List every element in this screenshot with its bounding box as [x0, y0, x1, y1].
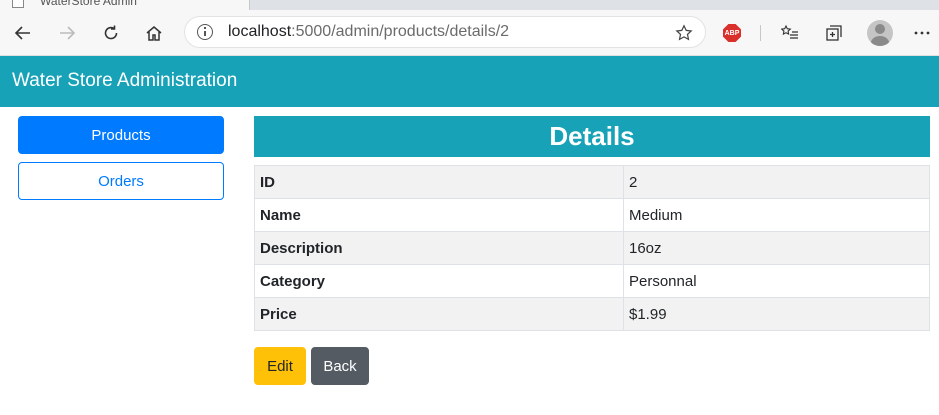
products-button[interactable]: Products: [18, 116, 224, 154]
table-row: Price $1.99: [254, 297, 930, 331]
row-value: 16oz: [623, 231, 930, 265]
more-menu-icon[interactable]: [907, 18, 937, 48]
navbar-brand[interactable]: Water Store Administration: [12, 70, 237, 92]
back-button[interactable]: Back: [311, 347, 369, 385]
row-value: 2: [623, 165, 930, 199]
home-icon[interactable]: [139, 18, 169, 48]
table-row: Category Personnal: [254, 264, 930, 298]
refresh-icon[interactable]: [96, 18, 126, 48]
profile-avatar-icon[interactable]: [867, 20, 893, 46]
row-label: Category: [254, 264, 624, 298]
table-row: Name Medium: [254, 198, 930, 232]
table-row: ID 2: [254, 165, 930, 199]
url-path: :5000/admin/products/details/2: [291, 23, 510, 40]
orders-button[interactable]: Orders: [18, 162, 224, 200]
back-arrow-icon[interactable]: [8, 18, 38, 48]
url-host: localhost: [228, 23, 292, 40]
browser-toolbar: localhost:5000/admin/products/details/2 …: [0, 10, 939, 56]
edit-button[interactable]: Edit: [254, 347, 306, 385]
row-value: Personnal: [623, 264, 930, 298]
adblock-icon[interactable]: ABP: [723, 24, 741, 42]
url-text: localhost:5000/admin/products/details/2: [228, 23, 509, 41]
row-value: Medium: [623, 198, 930, 232]
favorite-star-icon[interactable]: [669, 18, 699, 48]
collections-icon[interactable]: [819, 18, 849, 48]
details-heading: Details: [254, 116, 930, 157]
row-value: $1.99: [623, 297, 930, 331]
details-table: ID 2 Name Medium Description 16oz Catego…: [254, 165, 930, 331]
tab-strip: WaterStore Admin: [0, 0, 939, 10]
site-info-icon[interactable]: [197, 24, 213, 40]
row-label: Name: [254, 198, 624, 232]
tab-title: WaterStore Admin: [40, 0, 137, 8]
app-navbar: Water Store Administration: [0, 56, 939, 107]
row-label: Description: [254, 231, 624, 265]
favorites-list-icon[interactable]: [775, 18, 805, 48]
browser-tab[interactable]: WaterStore Admin: [0, 0, 250, 10]
table-row: Description 16oz: [254, 231, 930, 265]
page-icon: [12, 0, 24, 8]
forward-arrow-icon[interactable]: [52, 18, 82, 48]
row-label: ID: [254, 165, 624, 199]
row-label: Price: [254, 297, 624, 331]
toolbar-divider: [760, 25, 761, 41]
address-bar[interactable]: localhost:5000/admin/products/details/2: [184, 16, 706, 48]
